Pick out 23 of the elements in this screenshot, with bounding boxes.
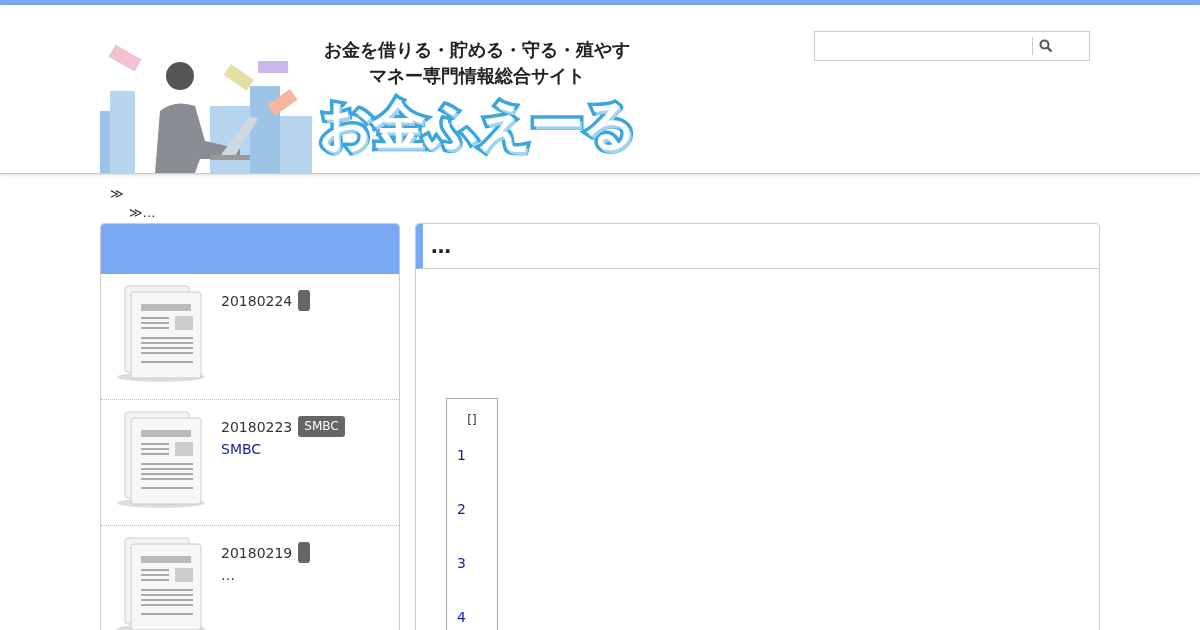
document-icon[interactable] [115,284,207,384]
document-icon[interactable] [115,536,207,630]
breadcrumb-link[interactable]: ≫… [100,203,1100,222]
site-tagline: マネー専門情報総合サイト [369,64,585,88]
toc-link[interactable]: 1 [457,447,497,501]
toc-link[interactable]: 2 [457,501,497,555]
breadcrumb-link[interactable]: ≫ [100,184,1100,203]
post-date: 20180224 [221,292,293,309]
category-tag[interactable]: SMBC [298,416,345,437]
article-title: … [431,234,451,258]
post-excerpt: … [221,567,236,583]
document-icon[interactable] [115,410,207,510]
post-date: 20180219 [221,544,293,561]
category-tag[interactable] [298,290,311,311]
toc-heading: [] [466,413,478,427]
category-tag[interactable] [298,542,311,563]
post-date: 20180223 [221,418,293,435]
toc-link[interactable]: 4 [457,609,497,630]
search-field[interactable] [814,31,1090,61]
toc-link[interactable]: 3 [457,555,497,609]
site-tagline: お金を借りる・貯める・守る・殖やす [324,38,630,62]
search-icon[interactable] [1039,39,1053,53]
post-title-link[interactable]: SMBC [221,441,345,457]
